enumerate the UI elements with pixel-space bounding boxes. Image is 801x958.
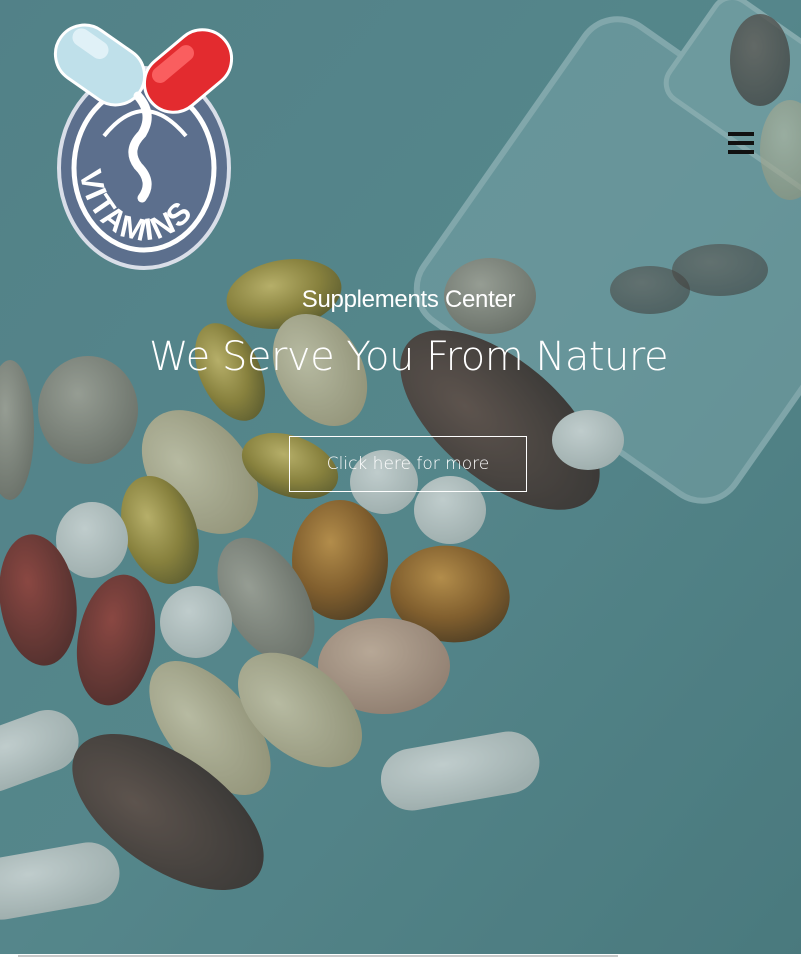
- hero-subtitle: Supplements Center: [301, 286, 516, 313]
- menu-bar: [728, 150, 754, 154]
- vitamins-logo[interactable]: VITAMINS: [46, 16, 242, 272]
- hamburger-menu-icon[interactable]: [726, 132, 758, 160]
- cta-label: Click here for more: [326, 454, 490, 474]
- hero-headline: We Serve You From Nature: [148, 334, 669, 380]
- horizontal-scrollbar[interactable]: [18, 955, 618, 957]
- menu-bar: [728, 141, 754, 145]
- menu-bar: [728, 132, 754, 136]
- cta-button[interactable]: Click here for more: [289, 436, 527, 492]
- hero-section: VITAMINS Supplements Center We Serve You…: [0, 0, 801, 958]
- pill-capsule-logo-icon: VITAMINS: [53, 23, 234, 270]
